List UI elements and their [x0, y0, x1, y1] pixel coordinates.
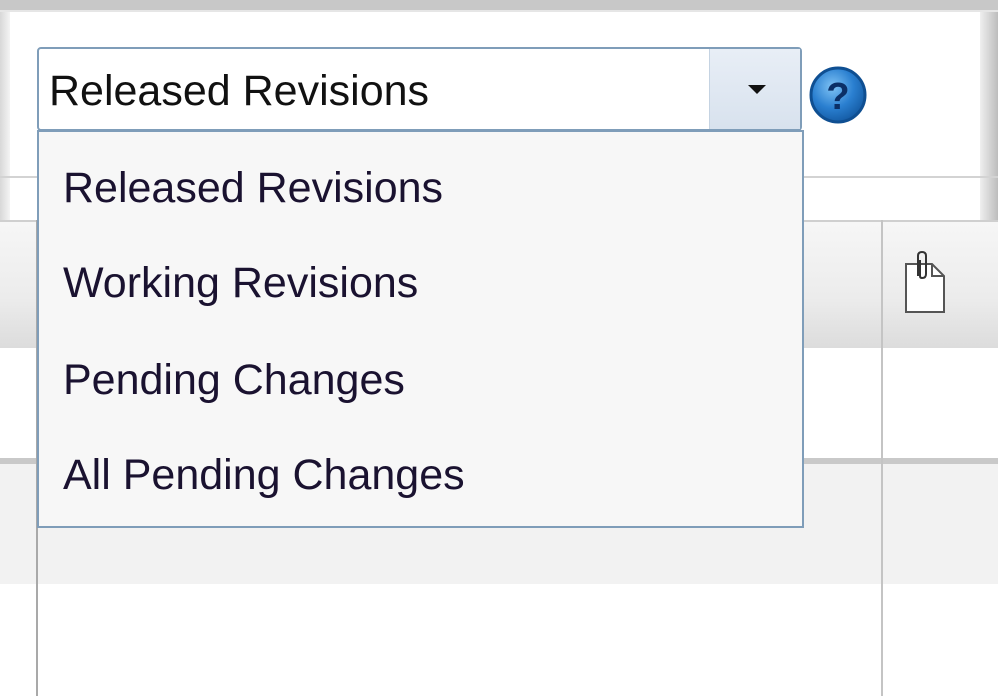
dropdown-option-released-revisions[interactable]: Released Revisions — [63, 164, 443, 213]
window-top-border — [0, 0, 998, 10]
dropdown-option-all-pending-changes[interactable]: All Pending Changes — [63, 451, 465, 500]
dropdown-option-working-revisions[interactable]: Working Revisions — [63, 259, 418, 308]
chevron-down-icon — [748, 85, 766, 94]
revision-filter-selected-value: Released Revisions — [49, 67, 430, 115]
svg-text:?: ? — [826, 76, 849, 118]
attachment-document-icon[interactable] — [904, 250, 946, 314]
help-icon[interactable]: ? — [808, 65, 868, 125]
window-top-border-inner — [0, 10, 998, 12]
dropdown-option-pending-changes[interactable]: Pending Changes — [63, 356, 405, 405]
revision-filter-combobox[interactable]: Released Revisions — [37, 47, 802, 131]
table-row[interactable] — [0, 584, 998, 696]
revision-filter-dropdown-list: Released Revisions Working Revisions Pen… — [37, 130, 804, 528]
revision-panel: Released Revisions ? Released Revisions … — [0, 0, 998, 696]
revision-filter-dropdown-button[interactable] — [709, 49, 800, 129]
table-column-divider — [881, 220, 883, 696]
